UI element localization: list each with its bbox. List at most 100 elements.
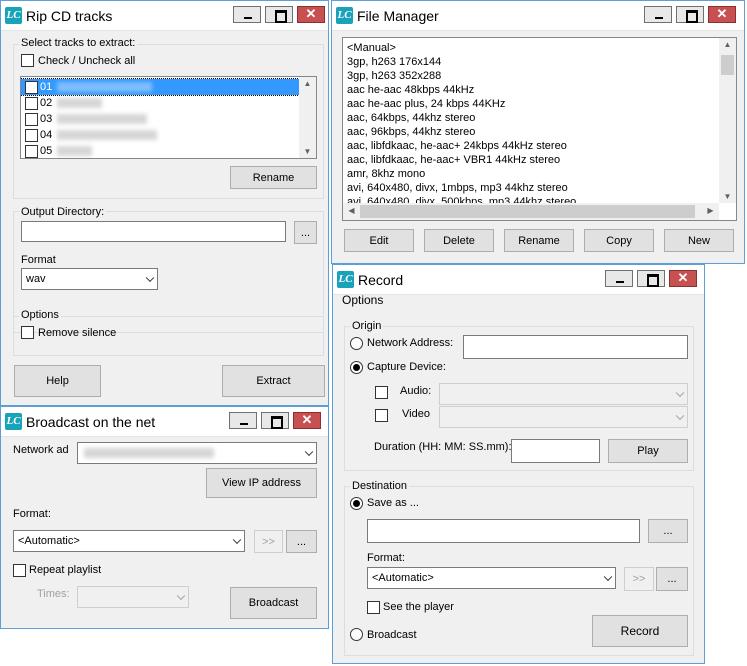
extract-button[interactable]: Extract (222, 365, 325, 397)
network-address-input[interactable] (463, 335, 688, 359)
times-select[interactable] (77, 586, 189, 608)
minimize-button[interactable] (644, 6, 672, 23)
rename-button[interactable]: Rename (230, 166, 317, 189)
video-checkbox[interactable] (375, 409, 388, 422)
save-as-input[interactable] (367, 519, 640, 543)
minimize-button[interactable] (605, 270, 633, 287)
close-button[interactable]: ✕ (293, 412, 321, 429)
see-player-checkbox[interactable] (367, 601, 380, 614)
network-address-select[interactable] (77, 442, 317, 464)
capture-device-radio[interactable] (350, 361, 363, 374)
view-ip-address-button[interactable]: View IP address (206, 468, 317, 498)
preset-item[interactable]: aac, 96kbps, 44khz stereo (343, 125, 719, 139)
preset-item[interactable]: aac, 64kbps, 44khz stereo (343, 111, 719, 125)
tracks-scrollbar[interactable]: ▲ ▼ (299, 77, 316, 158)
minimize-button[interactable] (229, 412, 257, 429)
rip-titlebar[interactable]: LC Rip CD tracks ✕ (1, 1, 328, 31)
repeat-playlist-label[interactable]: Repeat playlist (29, 564, 101, 576)
scroll-down-icon[interactable]: ▼ (299, 147, 316, 156)
format-browse-button[interactable]: ... (286, 530, 317, 553)
format-options-button[interactable]: >> (624, 567, 654, 591)
menu-options[interactable]: Options (342, 293, 383, 307)
play-button[interactable]: Play (608, 439, 688, 463)
preset-item[interactable]: aac he-aac 48kbps 44kHz (343, 83, 719, 97)
presets-vscrollbar[interactable]: ▲ ▼ (719, 38, 736, 203)
copy-button[interactable]: Copy (584, 229, 654, 252)
check-all-checkbox[interactable] (21, 54, 34, 67)
format-browse-button[interactable]: ... (656, 567, 688, 591)
rename-button[interactable]: Rename (504, 229, 574, 252)
preset-item[interactable]: aac, libfdkaac, he-aac+ 24kbps 44kHz ste… (343, 139, 719, 153)
close-button[interactable]: ✕ (297, 6, 325, 23)
browse-button[interactable]: ... (294, 221, 317, 244)
check-all-label[interactable]: Check / Uncheck all (38, 55, 135, 67)
track-row[interactable]: 01 (21, 78, 300, 96)
preset-item[interactable]: amr, 8khz mono (343, 167, 719, 181)
hscroll-thumb[interactable] (360, 205, 695, 218)
see-player-label[interactable]: See the player (383, 601, 454, 613)
scroll-thumb[interactable] (721, 55, 734, 75)
maximize-button[interactable] (261, 412, 289, 429)
video-label[interactable]: Video (402, 408, 430, 420)
preset-item[interactable]: avi, 640x480, divx, 1mbps, mp3 44khz ste… (343, 181, 719, 195)
minimize-button[interactable] (233, 6, 261, 23)
preset-item[interactable]: aac, libfdkaac, he-aac+ VBR1 44kHz stere… (343, 153, 719, 167)
broadcast-button[interactable]: Broadcast (230, 587, 317, 619)
preset-item[interactable]: 3gp, h263 352x288 (343, 69, 719, 83)
bc-titlebar[interactable]: LC Broadcast on the net ✕ (1, 407, 328, 437)
preset-item[interactable]: aac he-aac plus, 24 kbps 44KHz (343, 97, 719, 111)
format-options-button[interactable]: >> (254, 530, 283, 553)
help-button[interactable]: Help (14, 365, 101, 397)
network-address-radio[interactable] (350, 337, 363, 350)
record-button[interactable]: Record (592, 615, 688, 647)
audio-device-select[interactable] (439, 383, 688, 405)
repeat-playlist-checkbox[interactable] (13, 564, 26, 577)
scroll-right-icon[interactable]: ▶ (702, 206, 719, 215)
remove-silence-checkbox[interactable] (21, 326, 34, 339)
format-select[interactable]: wav (21, 268, 158, 290)
preset-item[interactable]: <Manual> (343, 41, 719, 55)
edit-button[interactable]: Edit (344, 229, 414, 252)
track-checkbox[interactable] (25, 81, 38, 94)
track-checkbox[interactable] (25, 129, 38, 142)
scroll-down-icon[interactable]: ▼ (719, 192, 736, 201)
delete-button[interactable]: Delete (424, 229, 494, 252)
maximize-button[interactable] (637, 270, 665, 287)
scroll-up-icon[interactable]: ▲ (299, 79, 316, 88)
save-as-browse-button[interactable]: ... (648, 519, 688, 543)
scroll-up-icon[interactable]: ▲ (719, 40, 736, 49)
save-as-label[interactable]: Save as ... (367, 497, 419, 509)
rec-titlebar[interactable]: LC Record ✕ (333, 265, 704, 295)
output-directory-input[interactable] (21, 221, 286, 242)
tracks-list[interactable]: 01 02 03 04 05 ▲ ▼ (20, 76, 317, 159)
new-button[interactable]: New (664, 229, 734, 252)
remove-silence-label[interactable]: Remove silence (38, 327, 116, 339)
network-address-label[interactable]: Network Address: (367, 337, 453, 349)
format-select[interactable]: <Automatic> (367, 567, 616, 589)
duration-input[interactable] (511, 439, 600, 463)
video-device-select[interactable] (439, 406, 688, 428)
save-as-radio[interactable] (350, 497, 363, 510)
close-button[interactable]: ✕ (708, 6, 736, 23)
scroll-left-icon[interactable]: ◀ (343, 206, 360, 215)
maximize-button[interactable] (265, 6, 293, 23)
capture-device-label[interactable]: Capture Device: (367, 361, 446, 373)
presets-list[interactable]: <Manual> 3gp, h263 176x144 3gp, h263 352x2… (342, 37, 737, 221)
track-checkbox[interactable] (25, 97, 38, 110)
track-checkbox[interactable] (25, 113, 38, 126)
fm-titlebar[interactable]: LC File Manager ✕ (332, 1, 744, 31)
track-row[interactable]: 02 (21, 95, 299, 111)
track-row[interactable]: 05 (21, 143, 299, 158)
track-row[interactable]: 03 (21, 111, 299, 127)
preset-item[interactable]: 3gp, h263 176x144 (343, 55, 719, 69)
close-button[interactable]: ✕ (669, 270, 697, 287)
audio-label[interactable]: Audio: (400, 385, 431, 397)
presets-hscrollbar[interactable]: ◀ ▶ (343, 203, 719, 220)
track-row[interactable]: 04 (21, 127, 299, 143)
track-checkbox[interactable] (25, 145, 38, 158)
broadcast-radio[interactable] (350, 628, 363, 641)
broadcast-label[interactable]: Broadcast (367, 629, 417, 641)
maximize-button[interactable] (676, 6, 704, 23)
audio-checkbox[interactable] (375, 386, 388, 399)
format-select[interactable]: <Automatic> (13, 530, 245, 552)
